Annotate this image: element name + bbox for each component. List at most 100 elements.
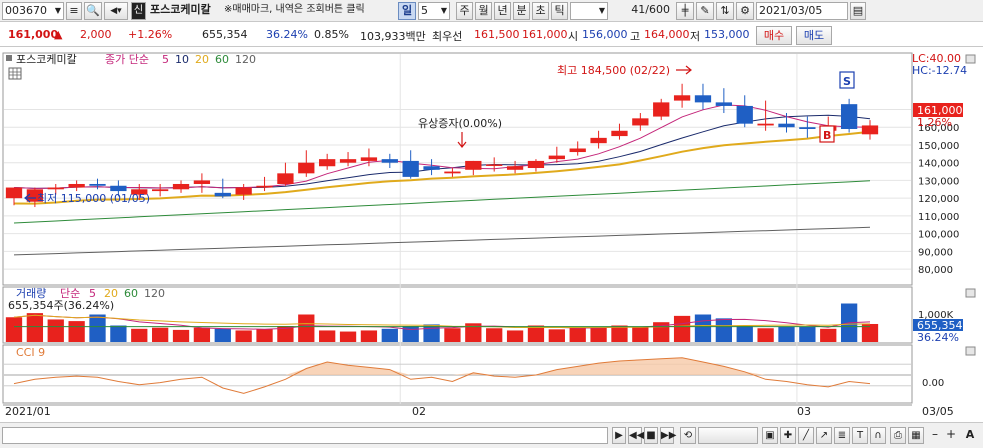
tool4-button[interactable]: ↗	[816, 427, 832, 444]
chart-scrollbar-track[interactable]	[2, 427, 608, 444]
sell-button[interactable]: 매도	[796, 26, 832, 45]
replay-speed-select[interactable]	[698, 427, 758, 444]
volume-bar	[820, 328, 837, 342]
cci-y-tick: 0.00	[922, 378, 944, 389]
volume-bar	[110, 325, 127, 342]
print-button[interactable]: ⎙	[890, 427, 906, 444]
volume-value: 655,354	[202, 28, 248, 41]
candle-body	[68, 183, 85, 188]
volume-bar	[569, 326, 586, 342]
replay-button[interactable]: ⟲	[680, 427, 696, 444]
text-tool-icon: T	[856, 430, 864, 441]
table-icon[interactable]	[8, 67, 22, 80]
fast-forward-button[interactable]: ▶▶	[660, 427, 676, 444]
volume-text: 655,354주(36.24%)	[8, 299, 114, 312]
draw-tool-button[interactable]: ✎	[696, 2, 714, 20]
x-label-feb: 02	[412, 405, 426, 418]
rewind-button[interactable]: ◀◀	[628, 427, 644, 444]
candle-body	[339, 159, 357, 163]
candle-body	[673, 95, 691, 101]
list-icon: ≡	[69, 4, 79, 17]
price-y-tick: 120,000	[918, 194, 959, 205]
credit-badge-label: 신	[133, 5, 144, 16]
trend-icon: ↗	[819, 430, 829, 441]
candle-body	[861, 125, 879, 135]
tick-count-input[interactable]: ▼	[570, 2, 608, 20]
period-day-button[interactable]: 일	[398, 2, 416, 20]
quote-bar: 161,000 ▲ 2,000 +1.26% 655,354 36.24% 0.…	[0, 23, 983, 47]
zoom-out-button[interactable]: –	[928, 427, 942, 444]
trade-amount: 103,933백만	[360, 30, 426, 43]
volume-bar	[611, 325, 628, 342]
calendar-button[interactable]: ▤	[850, 2, 866, 20]
stock-code-input[interactable]: 003670 ▼	[2, 2, 64, 20]
sound-button[interactable]: ◀▾	[104, 2, 128, 20]
tool5-button[interactable]: ≣	[834, 427, 850, 444]
period-month-button[interactable]: 월	[475, 2, 492, 20]
period-week-button[interactable]: 주	[456, 2, 473, 20]
volume-bar	[5, 317, 23, 342]
candle-body	[569, 148, 586, 153]
price-y-tick: 90,000	[918, 247, 953, 258]
stop-button[interactable]: ■	[644, 427, 658, 444]
tool7-button[interactable]: ∩	[870, 427, 886, 444]
volume-bar	[673, 315, 691, 342]
pencil-icon: ✎	[700, 4, 710, 17]
volume-bar	[131, 328, 148, 342]
stock-list-button[interactable]: ≡	[66, 2, 82, 20]
volume-bar	[799, 326, 816, 342]
cci-panel-menu-button[interactable]	[965, 346, 976, 356]
candle-body	[799, 127, 816, 129]
volume-bar	[172, 329, 190, 342]
period-year-button[interactable]: 년	[494, 2, 511, 20]
save-button[interactable]: ▦	[908, 427, 924, 444]
play-icon: ▶	[615, 430, 623, 441]
cci-label: CCI 9	[16, 346, 45, 359]
tool1-button[interactable]: ▣	[762, 427, 778, 444]
high-price: 164,000	[644, 28, 690, 41]
zoom-in-button[interactable]: +	[944, 427, 958, 444]
tool2-button[interactable]: ✚	[780, 427, 796, 444]
scroll-right-button[interactable]: ▶	[612, 427, 626, 444]
candle-body	[110, 185, 127, 192]
stock-chart[interactable]: 170,000160,000150,000140,000130,000120,0…	[0, 48, 983, 448]
settings-button[interactable]: ⚙	[736, 2, 754, 20]
period-second-button[interactable]: 초	[532, 2, 549, 20]
candle-body	[736, 105, 753, 124]
volume-bar	[360, 330, 378, 342]
period-tick-button[interactable]: 틱	[551, 2, 568, 20]
buy-button[interactable]: 매수	[756, 26, 792, 45]
price-panel-menu-button[interactable]	[965, 54, 976, 64]
candle-body	[47, 187, 64, 190]
volume-bar	[715, 318, 732, 342]
volume-bar	[778, 326, 795, 342]
open-label: 시	[568, 30, 579, 43]
minus-icon: –	[932, 427, 938, 441]
volume-bar	[590, 327, 607, 342]
candle-body	[5, 187, 23, 199]
low-price: 153,000	[704, 28, 750, 41]
font-size-button[interactable]: A	[962, 427, 978, 444]
tool3-button[interactable]: ╱	[798, 427, 814, 444]
speaker-icon: ◀▾	[110, 6, 122, 16]
chevron-down-icon[interactable]: ▼	[599, 3, 605, 19]
scale-button[interactable]: ⇅	[716, 2, 734, 20]
hint-text: ※매매마크, 내역은 조회버튼 클릭	[224, 4, 365, 15]
volume-bar	[444, 328, 461, 342]
chart-type-button[interactable]: ╪	[676, 2, 694, 20]
dropdown-arrow-icon[interactable]: ▼	[55, 3, 61, 19]
tool6-button[interactable]: T	[852, 427, 868, 444]
period-value-input[interactable]: 5 ▼	[418, 2, 450, 20]
search-button[interactable]: 🔍	[84, 2, 102, 20]
volume-bar	[256, 329, 273, 342]
ma20-label: 20	[195, 53, 209, 66]
chevron-down-icon[interactable]: ▼	[441, 3, 447, 19]
price-y-tick: 130,000	[918, 176, 959, 187]
page-count: 41/600	[631, 3, 670, 16]
period-value: 5	[421, 4, 428, 17]
period-minute-button[interactable]: 분	[513, 2, 530, 20]
price-panel-frame	[2, 52, 913, 286]
date-input[interactable]: 2021/03/05	[756, 2, 848, 20]
volume-panel-menu-button[interactable]	[965, 288, 976, 298]
buy-marker: B	[823, 129, 831, 142]
